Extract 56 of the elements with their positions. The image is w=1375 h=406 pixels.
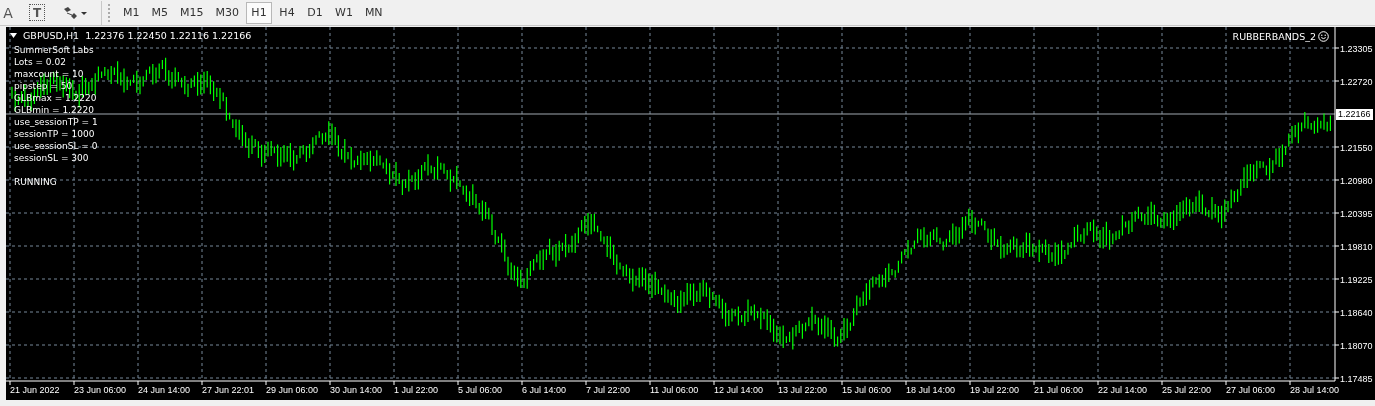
expert-name: RUBBERBANDS_2 [1232,31,1316,42]
current-price-label: 1.22166 [1336,108,1373,120]
price-label: 1.17485 [1340,373,1373,384]
timeframe-button[interactable]: D1 [302,1,328,24]
time-label: 29 Jun 06:00 [266,385,319,395]
quote-values: 1.22376 1.22450 1.22116 1.22166 [85,30,252,41]
timeframe-button[interactable]: W1 [330,1,358,24]
timeframe-button[interactable]: M5 [146,1,173,24]
timeframe-button[interactable]: M1 [118,1,145,24]
time-label: 11 Jul 06:00 [650,385,699,395]
info-line: Lots = 0.02 [14,56,67,68]
timeframe-button[interactable]: H1 [246,1,272,24]
timeframe-button[interactable]: MN [359,1,388,24]
info-line: sessionSL = 300 [14,152,90,164]
time-label: 12 Jul 14:00 [714,385,764,395]
price-label: 1.20980 [1340,175,1373,186]
info-line: use_sessionSL = 0 [14,140,98,152]
text-tool-icon[interactable]: A [2,1,14,24]
price-label: 1.19225 [1340,274,1373,285]
smiley-icon [1318,31,1329,42]
time-label: 27 Jun 22:01 [202,385,255,395]
info-line: GLBmin = 1.2220 [14,104,95,116]
time-label: 24 Jun 14:00 [138,385,191,395]
time-label: 22 Jul 14:00 [1098,385,1148,395]
status-text: RUNNING [14,176,58,188]
price-label: 1.22720 [1340,76,1373,87]
time-label: 5 Jul 06:00 [458,385,503,395]
info-line: SummerSoft Labs [14,44,95,56]
price-label: 1.18070 [1340,340,1373,351]
time-label: 19 Jul 22:00 [970,385,1020,395]
price-label: 1.21550 [1340,142,1373,153]
time-label: 27 Jul 06:00 [1226,385,1276,395]
time-label: 25 Jul 22:00 [1162,385,1212,395]
time-label: 23 Jun 06:00 [74,385,127,395]
time-label: 6 Jul 14:00 [522,385,567,395]
time-label: 21 Jul 06:00 [1034,385,1084,395]
time-label: 28 Jul 14:00 [1290,385,1340,395]
timeframe-button[interactable]: M15 [175,1,209,24]
price-label: 1.18640 [1340,307,1373,318]
collapse-triangle-icon[interactable] [10,33,17,38]
time-label: 15 Jul 06:00 [842,385,892,395]
time-label: 21 Jun 2022 [10,385,60,395]
info-line: use_sessionTP = 1 [14,116,98,128]
timeframe-button[interactable]: M30 [210,1,244,24]
symbol-label: GBPUSD,H1 [23,30,80,41]
timeframe-button[interactable]: H4 [274,1,300,24]
price-label: 1.19810 [1340,241,1373,252]
time-label: 18 Jul 14:00 [906,385,956,395]
time-label: 7 Jul 22:00 [586,385,631,395]
text-label-button[interactable]: T [24,1,50,24]
time-label: 13 Jul 22:00 [778,385,828,395]
price-label: 1.23305 [1340,43,1373,54]
time-label: 30 Jun 14:00 [330,385,383,395]
time-label: 1 Jul 22:00 [394,385,439,395]
price-label: 1.20395 [1340,208,1373,219]
info-line: sessionTP = 1000 [14,128,96,140]
